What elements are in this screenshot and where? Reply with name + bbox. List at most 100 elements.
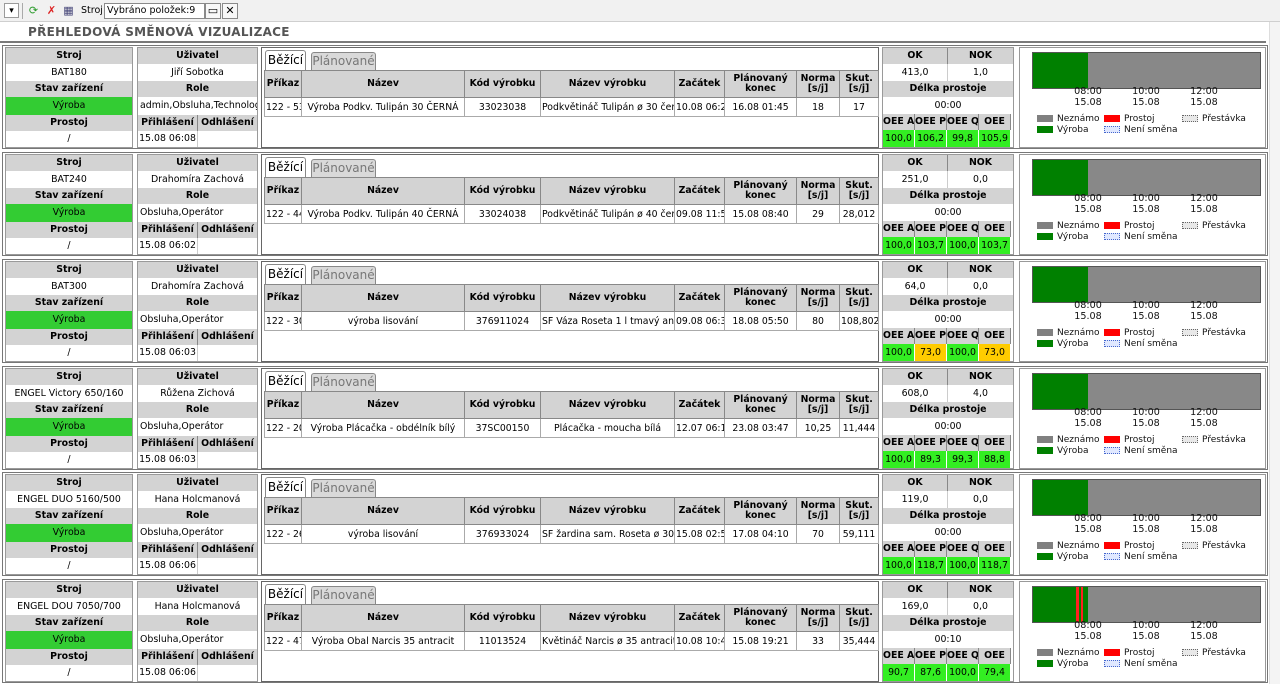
job-header-1: Název bbox=[301, 497, 465, 525]
job-cell-1: Výroba Plácačka - obdélník bílý bbox=[301, 418, 465, 438]
tab-planned[interactable]: Plánované bbox=[311, 159, 376, 177]
role-label: Role bbox=[138, 615, 257, 631]
job-header-5: Plánovaný konec bbox=[724, 177, 797, 205]
gantt-tick: 10:00 15.08 bbox=[1132, 193, 1160, 215]
orders-table: Příkaz Název Kód výrobku Název výrobku Začát… bbox=[264, 391, 879, 438]
machine-filter-label: Stroj: bbox=[81, 5, 107, 16]
machine-box: Stroj ENGEL DOU 7050/700 Stav zařízení V… bbox=[5, 581, 133, 682]
job-cell-0: 122 - 47 bbox=[264, 631, 302, 651]
close-icon[interactable]: ✕ bbox=[222, 3, 238, 19]
user-name: Hana Holcmanová bbox=[154, 494, 241, 505]
stav-label: Stav zařízení bbox=[6, 188, 132, 204]
ok-label: OK bbox=[883, 475, 948, 491]
gantt-tick: 12:00 15.08 bbox=[1190, 193, 1218, 215]
tab-running[interactable]: Běžící bbox=[265, 264, 306, 284]
gantt-bar bbox=[1032, 266, 1261, 303]
shift-gantt: 08:00 15.08 10:00 15.08 12:00 15.08 Neznámo P… bbox=[1019, 154, 1266, 255]
user-name: Jiří Sobotka bbox=[171, 67, 224, 78]
logout-time bbox=[198, 345, 257, 361]
user-role: Obsluha,Operátor bbox=[140, 314, 224, 325]
job-header-2: Kód výrobku bbox=[464, 70, 541, 98]
legend-prestavka: Přestávka bbox=[1182, 328, 1246, 339]
tab-planned[interactable]: Plánované bbox=[311, 52, 376, 70]
legend-prestavka: Přestávka bbox=[1182, 114, 1246, 125]
job-header-1: Název bbox=[301, 604, 465, 632]
tab-running[interactable]: Běžící bbox=[265, 584, 306, 604]
role-label: Role bbox=[138, 188, 257, 204]
job-cell-2: 376933024 bbox=[464, 524, 541, 544]
job-cell-4: 15.08 02:53 bbox=[674, 524, 725, 544]
tab-running[interactable]: Běžící bbox=[265, 477, 306, 497]
job-header-3: Název výrobku bbox=[540, 497, 675, 525]
job-header-7: Skut. [s/j] bbox=[839, 497, 879, 525]
tab-planned[interactable]: Plánované bbox=[311, 479, 376, 497]
vertical-scrollbar[interactable] bbox=[1269, 22, 1280, 684]
oee-q-label: OEE Q bbox=[947, 221, 979, 237]
job-cell-0: 122 - 26 bbox=[264, 524, 302, 544]
prostoj-value: / bbox=[67, 240, 71, 251]
gantt-tick: 08:00 15.08 bbox=[1074, 193, 1102, 215]
tab-running[interactable]: Běžící bbox=[265, 371, 306, 391]
tab-running[interactable]: Běžící bbox=[265, 50, 306, 70]
legend-prestavka: Přestávka bbox=[1182, 541, 1246, 552]
machine-name: BAT300 bbox=[51, 281, 87, 292]
gantt-tick: 12:00 15.08 bbox=[1190, 620, 1218, 642]
table-row[interactable]: 122 - 44 Výroba Podkv. Tulipán 40 ČERNÁ 33… bbox=[264, 204, 879, 224]
status-badge: Výroba bbox=[6, 418, 132, 436]
job-cell-3: Květináč Narcis ø 35 antracit bbox=[540, 631, 675, 651]
gantt-tick: 08:00 15.08 bbox=[1074, 300, 1102, 322]
stav-label: Stav zařízení bbox=[6, 81, 132, 97]
oee-label: OEE bbox=[979, 114, 1011, 130]
ok-label: OK bbox=[883, 48, 948, 64]
job-cell-1: Výroba Obal Narcis 35 antracit bbox=[301, 631, 465, 651]
oee-label: OEE bbox=[979, 541, 1011, 557]
tab-planned[interactable]: Plánované bbox=[311, 586, 376, 604]
table-header-row: Příkaz Název Kód výrobku Název výrobku Začát… bbox=[264, 177, 879, 205]
job-header-0: Příkaz bbox=[264, 391, 302, 419]
oee-grid: OEE A OEE P OEE Q OEE 100,0 103,7 100,0 103,7 bbox=[883, 221, 1013, 254]
legend-neznamo: Neznámo bbox=[1037, 648, 1100, 659]
oee-grid: OEE A OEE P OEE Q OEE 100,0 73,0 100,0 73,0 bbox=[883, 328, 1013, 361]
gantt-tick: 10:00 15.08 bbox=[1132, 407, 1160, 429]
prihlaseni-label: Přihlášení bbox=[138, 649, 198, 665]
prihlaseni-label: Přihlášení bbox=[138, 329, 198, 345]
oee-q-label: OEE Q bbox=[947, 328, 979, 344]
orders-panel: Běžící Plánované Příkaz Název Kód výrobku N… bbox=[261, 261, 879, 362]
job-cell-5: 18.08 05:50 bbox=[724, 311, 797, 331]
oee-a-label: OEE A bbox=[883, 328, 915, 344]
gantt-bar bbox=[1032, 52, 1261, 89]
job-header-7: Skut. [s/j] bbox=[839, 604, 879, 632]
oee-q-label: OEE Q bbox=[947, 541, 979, 557]
clear-filter-icon[interactable]: ✗ bbox=[44, 3, 59, 18]
filter-grid-icon[interactable]: ▦ bbox=[61, 3, 76, 18]
refresh-icon[interactable]: ⟳ bbox=[26, 3, 41, 18]
table-row[interactable]: 122 - 20 Výroba Plácačka - obdélník bílý 3… bbox=[264, 418, 879, 438]
chevron-down-icon[interactable]: ▾ bbox=[4, 3, 19, 18]
table-row[interactable]: 122 - 53 Výroba Podkv. Tulipán 30 ČERNÁ 33… bbox=[264, 97, 879, 117]
job-cell-6: 18 bbox=[796, 97, 840, 117]
job-header-7: Skut. [s/j] bbox=[839, 70, 879, 98]
oee-value: 105,9 bbox=[979, 130, 1011, 147]
gantt-tick: 12:00 15.08 bbox=[1190, 300, 1218, 322]
job-header-2: Kód výrobku bbox=[464, 284, 541, 312]
oee-value: 100,0 bbox=[883, 451, 915, 468]
select-window-icon[interactable]: ▭ bbox=[205, 3, 221, 19]
job-header-6: Norma [s/j] bbox=[796, 604, 840, 632]
production-box: OK NOK 119,0 0,0 Délka prostoje 00:00 OE… bbox=[882, 474, 1014, 575]
login-time: 15.08 06:03 bbox=[138, 452, 198, 468]
table-row[interactable]: 122 - 30 výroba lisování 376911024 SF Váza … bbox=[264, 311, 879, 331]
gantt-bar bbox=[1032, 373, 1261, 410]
downtime-label: Délka prostoje bbox=[883, 508, 1013, 524]
gantt-tick: 10:00 15.08 bbox=[1132, 620, 1160, 642]
machine-box: Stroj ENGEL DUO 5160/500 Stav zařízení V… bbox=[5, 474, 133, 575]
table-row[interactable]: 122 - 26 výroba lisování 376933024 SF žardi… bbox=[264, 524, 879, 544]
tab-planned[interactable]: Plánované bbox=[311, 266, 376, 284]
job-cell-5: 15.08 19:21 bbox=[724, 631, 797, 651]
tab-running[interactable]: Běžící bbox=[265, 157, 306, 177]
ok-count: 119,0 bbox=[883, 491, 948, 508]
orders-table: Příkaz Název Kód výrobku Název výrobku Začát… bbox=[264, 177, 879, 224]
user-box: Uživatel Růžena Zichová Role Obsluha,Ope… bbox=[137, 368, 258, 469]
tab-planned[interactable]: Plánované bbox=[311, 373, 376, 391]
machine-filter-input[interactable]: Vybráno položek:9 bbox=[104, 3, 205, 19]
table-row[interactable]: 122 - 47 Výroba Obal Narcis 35 antracit 11… bbox=[264, 631, 879, 651]
